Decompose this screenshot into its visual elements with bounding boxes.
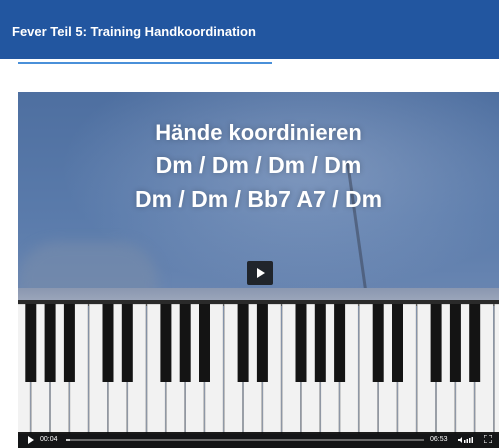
piano-black-key: [392, 304, 403, 382]
volume-icon[interactable]: [458, 436, 474, 444]
video-overlay-line-1: Hände koordinieren: [155, 120, 362, 145]
piano-black-key: [372, 304, 384, 382]
tab-underline: [18, 62, 272, 64]
piano-white-key: [494, 304, 499, 434]
page-title: Fever Teil 5: Training Handkoordination: [12, 24, 256, 39]
piano-black-key: [102, 304, 114, 382]
piano-black-key: [25, 304, 37, 382]
piano-keyboard: [18, 304, 499, 434]
play-icon: [257, 268, 265, 278]
video-player[interactable]: Hände koordinieren Dm / Dm / Dm / Dm Dm …: [18, 92, 499, 448]
piano-black-key: [430, 304, 442, 382]
fullscreen-icon[interactable]: [484, 435, 492, 443]
page-header: Fever Teil 5: Training Handkoordination: [0, 0, 499, 59]
piano-black-key: [179, 304, 191, 382]
piano-black-key: [449, 304, 461, 382]
piano-black-key: [295, 304, 307, 382]
total-time: 06:53: [430, 436, 448, 443]
progress-bar[interactable]: [66, 439, 424, 441]
piano-black-key: [314, 304, 326, 382]
current-time: 00:04: [40, 436, 58, 443]
piano-black-key: [44, 304, 56, 382]
video-overlay-line-3: Dm / Dm / Bb7 A7 / Dm: [134, 186, 383, 212]
piano-black-key: [256, 304, 268, 382]
progress-fill: [66, 439, 70, 441]
video-overlay-line-2: Dm / Dm / Dm / Dm: [155, 152, 362, 178]
video-controls: 00:04 06:53: [18, 432, 499, 448]
piano-black-key: [160, 304, 172, 382]
piano-black-key: [63, 304, 75, 382]
play-button[interactable]: [247, 261, 273, 285]
piano-black-key: [469, 304, 481, 382]
piano-black-key: [121, 304, 133, 382]
piano-black-key: [334, 304, 346, 382]
control-play-icon[interactable]: [28, 436, 34, 444]
piano-black-key: [199, 304, 210, 382]
piano-black-key: [237, 304, 249, 382]
